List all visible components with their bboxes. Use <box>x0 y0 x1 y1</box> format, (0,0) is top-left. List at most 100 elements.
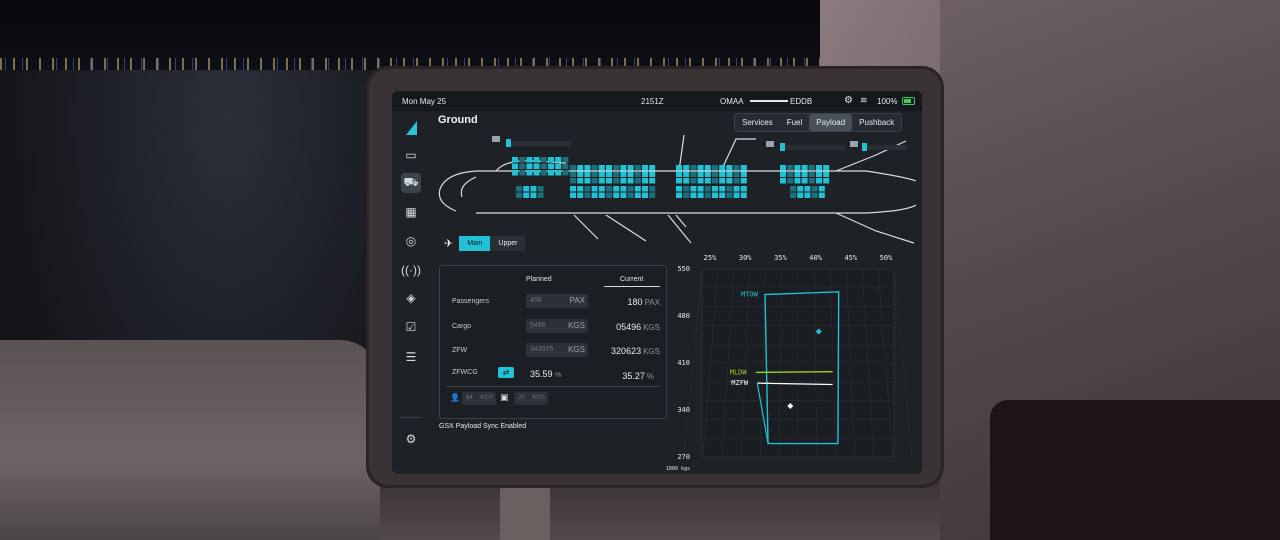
seat <box>540 157 547 163</box>
seat <box>523 186 530 192</box>
seat <box>794 171 801 177</box>
y-tick-label: 270 <box>677 453 690 461</box>
tab-payload[interactable]: Payload <box>809 114 853 131</box>
pax-weight-input[interactable]: 84 KGS <box>462 392 496 405</box>
seat <box>606 192 612 198</box>
seat <box>740 165 747 171</box>
compass-icon[interactable]: ◎ <box>401 231 421 251</box>
seat <box>512 170 518 176</box>
seat <box>526 170 533 176</box>
seat <box>577 178 584 184</box>
seat <box>818 186 825 192</box>
x-tick-label: 35% <box>774 254 787 262</box>
seat-map[interactable] <box>436 131 916 246</box>
seat <box>816 171 822 177</box>
bag-weight-input[interactable]: 20 KGS <box>514 392 548 405</box>
seat <box>627 178 634 184</box>
cockpit-floor <box>380 480 940 540</box>
cargo-current: 05496 KGS <box>616 322 660 332</box>
tab-pushback[interactable]: Pushback <box>852 114 901 131</box>
seat <box>808 178 815 184</box>
panel-divider <box>446 386 660 387</box>
seat <box>649 186 656 192</box>
sidebar: ▭ ⛟ ▦ ◎ ((·)) ◈ ☑ ☰ ⚙ <box>392 111 430 474</box>
seat <box>570 165 576 171</box>
cockpit-dash-left <box>0 340 380 540</box>
grid-line <box>893 268 913 458</box>
seat <box>780 171 786 177</box>
deck-upper-button[interactable]: Upper <box>490 236 526 251</box>
clipboard-icon[interactable]: ▭ <box>401 145 421 165</box>
deck-main-button[interactable]: Main <box>459 236 491 251</box>
seat <box>704 186 711 192</box>
seat <box>577 171 584 177</box>
seat <box>683 186 690 192</box>
seat <box>591 186 598 192</box>
seat <box>613 165 620 171</box>
seat <box>690 192 697 198</box>
seat <box>740 192 747 198</box>
app-logo-icon <box>406 121 417 135</box>
seat <box>634 186 641 192</box>
truck-icon[interactable]: ⛟ <box>401 173 421 193</box>
zfw-planned-input[interactable]: 343975 KGS <box>526 343 588 357</box>
checklist-icon[interactable]: ☑ <box>401 317 421 337</box>
seat <box>584 186 591 192</box>
status-bar: Mon May 25 2151Z OMAA EDDB ⚙ ≋ 100% <box>392 91 922 111</box>
seat <box>570 171 576 177</box>
seat <box>726 165 733 171</box>
y-tick-label: 480 <box>677 312 690 320</box>
seat <box>704 171 711 177</box>
seat <box>530 192 537 198</box>
passengers-planned-input[interactable]: 458 PAX <box>526 294 588 308</box>
seat <box>794 165 801 171</box>
seat <box>801 165 808 171</box>
top-tabs: Services Fuel Payload Pushback <box>734 113 903 132</box>
seat <box>801 178 808 184</box>
warning-icon[interactable]: ◈ <box>401 288 421 308</box>
seat <box>790 192 796 198</box>
passengers-current: 180 PAX <box>627 297 660 307</box>
seat <box>591 178 598 184</box>
x-tick-label: 45% <box>844 254 857 262</box>
seat <box>548 157 554 163</box>
sliders-icon[interactable]: ☰ <box>401 347 421 367</box>
wifi-icon: ≋ <box>860 95 868 105</box>
seat <box>712 186 718 192</box>
row-label-cargo: Cargo <box>452 323 472 330</box>
tab-services[interactable]: Services <box>735 114 780 131</box>
shuffle-icon[interactable]: ⇄ <box>498 367 514 378</box>
seat <box>537 186 544 192</box>
seat <box>577 192 584 198</box>
calculator-icon[interactable]: ▦ <box>401 202 421 222</box>
seat <box>562 170 569 176</box>
briefcase-icon: ▣ <box>500 392 509 402</box>
y-tick-label: 550 <box>677 265 690 273</box>
tab-fuel[interactable]: Fuel <box>780 114 810 131</box>
seat <box>620 178 627 184</box>
seat <box>780 165 786 171</box>
seat <box>613 186 620 192</box>
gear-icon[interactable]: ⚙ <box>844 95 853 106</box>
seat <box>584 165 591 171</box>
seat <box>801 171 808 177</box>
sync-status: GSX Payload Sync Enabled <box>439 423 527 430</box>
seat <box>808 171 815 177</box>
seat <box>740 186 747 192</box>
radio-icon[interactable]: ((·)) <box>401 260 421 280</box>
seat <box>787 165 794 171</box>
seat <box>540 170 547 176</box>
cargo-planned-input[interactable]: 5496 KGS <box>526 319 588 333</box>
seat <box>642 165 648 171</box>
seat <box>740 178 747 184</box>
seat <box>712 178 718 184</box>
seat <box>649 171 656 177</box>
status-time: 2151Z <box>641 97 664 106</box>
seat <box>712 192 718 198</box>
seat <box>697 178 704 184</box>
gear-icon[interactable]: ⚙ <box>401 429 421 449</box>
seat <box>808 165 815 171</box>
battery-percent: 100% <box>877 97 898 106</box>
seat <box>704 178 711 184</box>
seat <box>613 192 620 198</box>
